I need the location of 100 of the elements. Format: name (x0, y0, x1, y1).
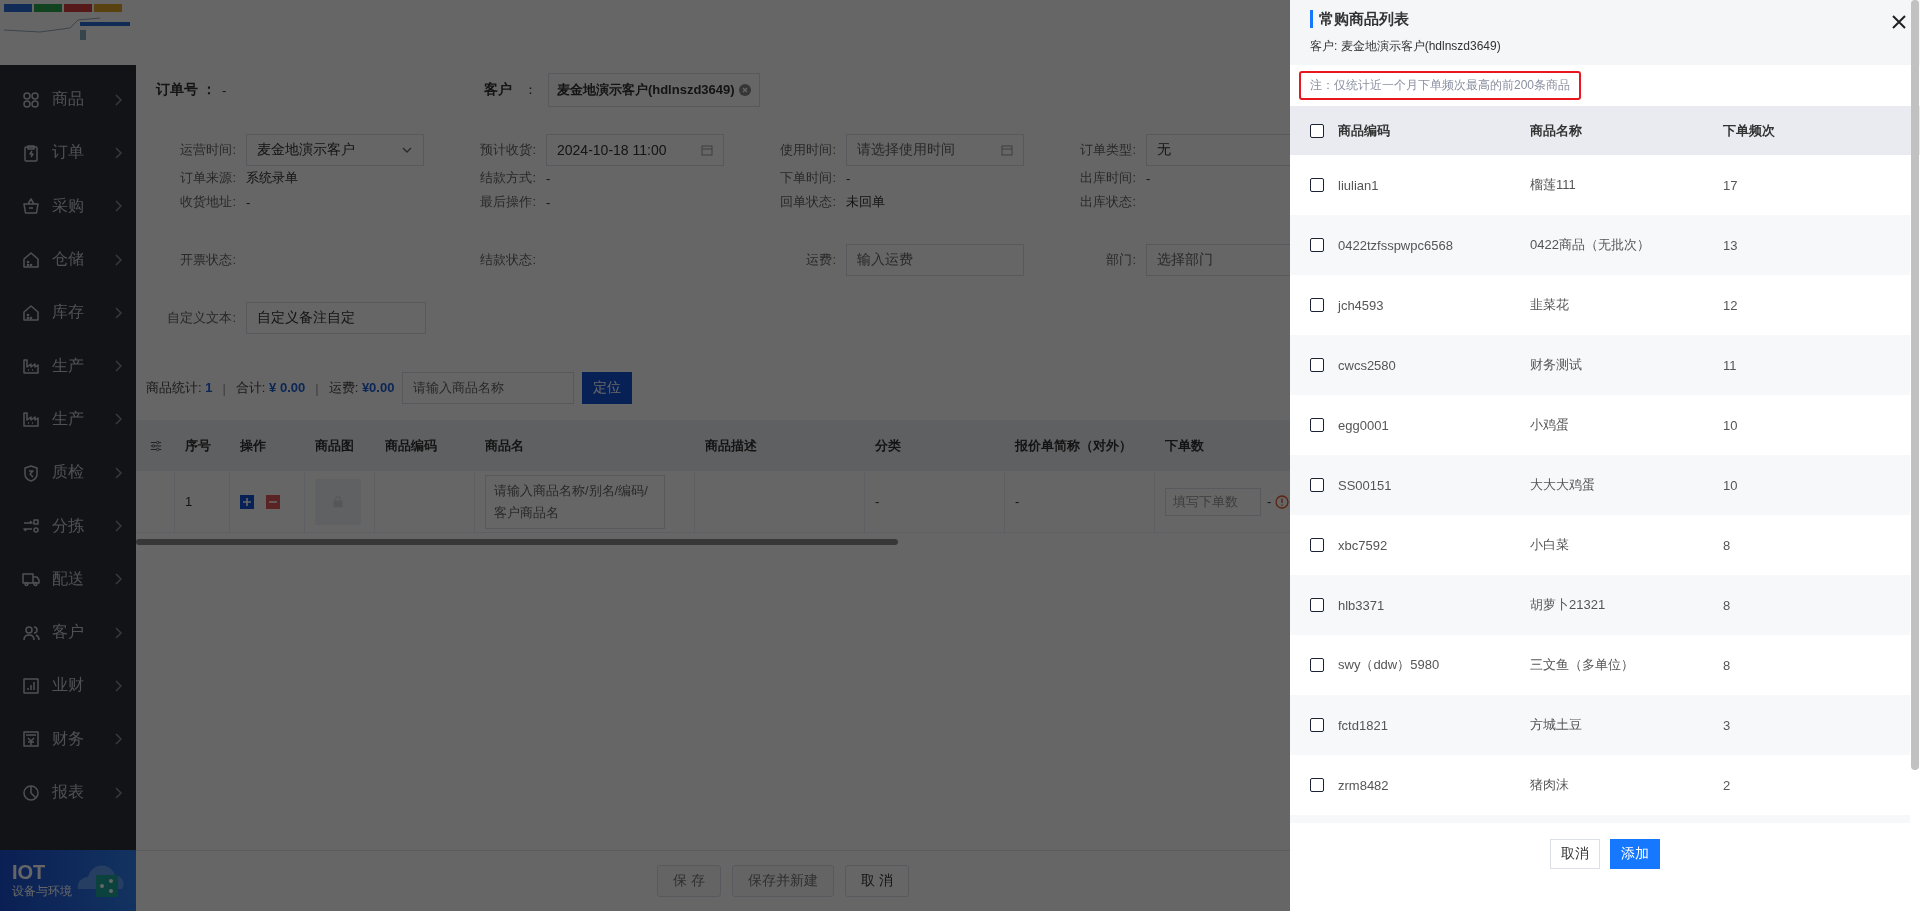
table-row[interactable]: xbc7592 小白菜 8 (1290, 515, 1910, 575)
checkbox[interactable] (1310, 238, 1324, 252)
checkbox[interactable] (1310, 538, 1324, 552)
table-cell: 10 (1723, 417, 1738, 433)
stat-text: 运费: ¥0.00 (328, 379, 395, 397)
note-text: 注：仅统计近一个月下单频次最高的前200条商品 (1299, 71, 1582, 100)
shield-icon (22, 463, 40, 482)
checkbox[interactable] (1310, 658, 1324, 672)
select-field[interactable]: 麦金地演示客户 (246, 134, 424, 166)
table-cell: 三文鱼（多单位） (1530, 657, 1634, 672)
cancel-button[interactable]: 取消 (1550, 839, 1600, 869)
table-row[interactable]: jch4593 韭菜花 12 (1290, 275, 1910, 335)
field-label: 订单来源: (179, 169, 236, 187)
footer-button[interactable]: 取 消 (845, 865, 909, 897)
chevron-icon (114, 679, 122, 692)
table-cell: 8 (1723, 657, 1731, 673)
input-field[interactable]: 自定义备注自定 (246, 302, 426, 334)
table-cell: swy（ddw）5980 (1338, 657, 1440, 672)
house-icon (22, 250, 40, 269)
table-row[interactable]: zrm8482 猪肉沫 2 (1290, 755, 1910, 815)
date-field[interactable]: 请选择使用时间 (846, 134, 1024, 166)
field-value: - (846, 170, 851, 186)
chevron-icon (114, 733, 122, 746)
factory-icon (22, 410, 40, 429)
checkbox[interactable] (1310, 718, 1324, 732)
column-header: 商品图 (315, 437, 354, 453)
table-cell: 小白菜 (1530, 537, 1569, 552)
table-cell: hlb3371 (1338, 597, 1385, 613)
table-cell: 10 (1723, 477, 1738, 493)
calendar-icon (701, 144, 713, 156)
field-label: ： (523, 81, 538, 99)
close-icon[interactable] (1892, 15, 1906, 29)
checkbox[interactable] (1310, 358, 1324, 372)
table-cell: 韭菜花 (1530, 297, 1569, 312)
column-header: 商品编码 (385, 437, 437, 453)
table-cell: 0422商品（无批次） (1530, 237, 1650, 252)
field-value: - (546, 170, 551, 186)
column-header: 商品编码 (1338, 122, 1390, 138)
column-header: 下单数 (1165, 437, 1204, 453)
table-cell: 17 (1723, 177, 1738, 193)
field-value: 系统录单 (246, 169, 298, 187)
field-value: - (1146, 170, 1151, 186)
column-header: 分类 (875, 437, 901, 453)
chevron-icon (114, 146, 122, 159)
table-row[interactable]: swy（ddw）5980 三文鱼（多单位） 8 (1290, 635, 1910, 695)
table-cell: 3 (1723, 717, 1731, 733)
scrollbar[interactable] (136, 539, 898, 545)
field-label: 结款状态: (479, 251, 536, 269)
checkbox[interactable] (1310, 478, 1324, 492)
field-label: 预计收货: (479, 141, 536, 159)
customer-tag[interactable]: 麦金地演示客户(hdlnszd3649) (547, 73, 760, 107)
field-label: 订单号 ： (156, 81, 216, 99)
checkbox[interactable] (1310, 598, 1324, 612)
table-cell: 猪肉沫 (1530, 777, 1569, 792)
chevron-icon (114, 466, 122, 479)
basket-icon (22, 197, 40, 216)
input-field[interactable]: 无 (1146, 134, 1290, 166)
input-field[interactable]: 选择部门 (1146, 244, 1290, 276)
table-cell: 胡萝卜21321 (1530, 597, 1606, 612)
column-header: 下单频次 (1723, 122, 1775, 138)
table-cell: 8 (1723, 537, 1731, 553)
factory-icon (22, 357, 40, 376)
add-button[interactable]: 添加 (1610, 839, 1660, 869)
checkbox[interactable] (1310, 123, 1324, 138)
table-cell: 13 (1723, 237, 1738, 253)
settings-icon[interactable] (149, 439, 162, 452)
bar-chart-icon (22, 676, 40, 695)
document-icon (22, 730, 40, 749)
promo-subtitle: 设备与环境 (12, 883, 72, 900)
house-icon (22, 303, 40, 322)
promo-banner[interactable]: IOT 设备与环境 (0, 850, 136, 911)
users-icon (22, 623, 40, 642)
field-label: 下单时间: (779, 169, 836, 187)
checkbox[interactable] (1310, 178, 1324, 192)
field-label: 使用时间: (779, 141, 836, 159)
checkbox[interactable] (1310, 298, 1324, 312)
field-label: 开票状态: (179, 251, 236, 269)
field-value: 未回单 (846, 193, 885, 211)
column-header: 商品名 (485, 437, 524, 453)
checkbox[interactable] (1310, 778, 1324, 792)
field-label: 运营时间: (179, 141, 236, 159)
table-row[interactable]: liulian1 榴莲111 17 (1290, 155, 1910, 215)
add-icon[interactable] (240, 494, 254, 509)
column-header: 商品描述 (705, 437, 757, 453)
scrollbar[interactable] (1911, 0, 1919, 770)
chevron-icon (114, 200, 122, 213)
table-cell: 方城土豆 (1530, 717, 1582, 732)
checkbox[interactable] (1310, 418, 1324, 432)
calendar-icon (1001, 144, 1013, 156)
chevron-icon (114, 306, 122, 319)
input-field[interactable]: 输入运费 (846, 244, 1024, 276)
locate-button[interactable]: 定位 (582, 372, 633, 404)
table-cell: 0422tzfsspwpc6568 (1338, 237, 1453, 253)
date-field[interactable]: 2024-10-18 11:00 (546, 134, 724, 166)
table-cell: - (1015, 494, 1020, 509)
table-row[interactable]: egg0001 小鸡蛋 10 (1290, 395, 1910, 455)
column-header: 序号 (185, 437, 211, 453)
promo-title: IOT (12, 861, 47, 883)
table-cell: xbc7592 (1338, 537, 1388, 553)
table-cell: 12 (1723, 297, 1738, 313)
